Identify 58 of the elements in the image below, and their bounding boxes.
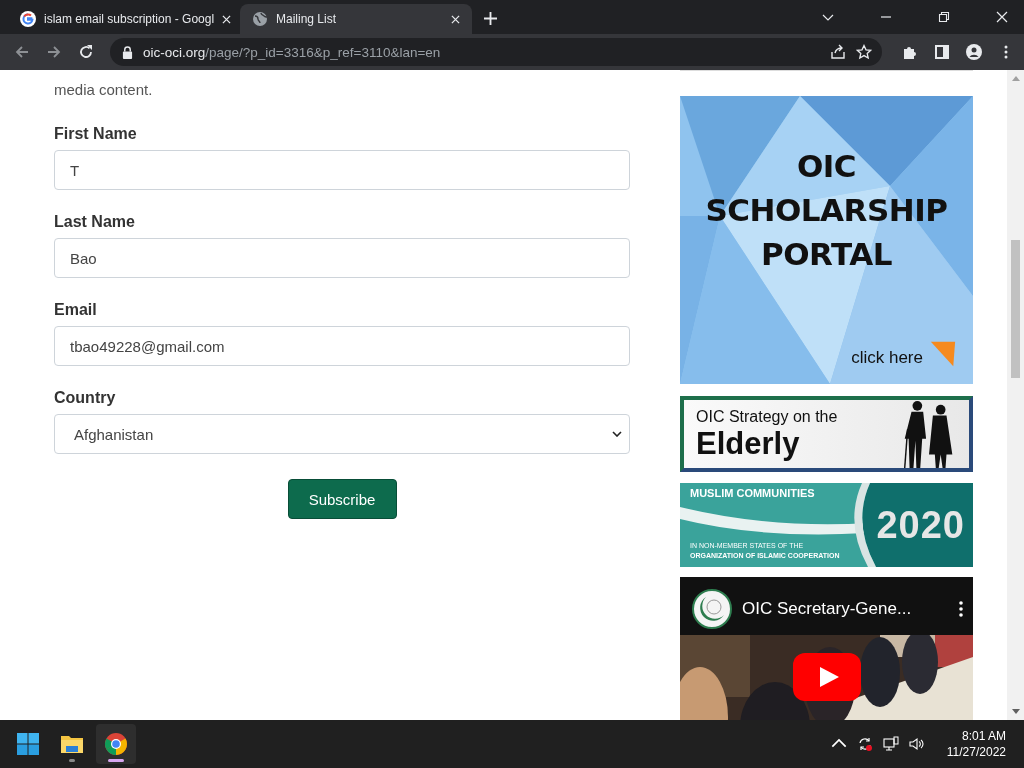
lock-icon [122,45,133,59]
profile-icon[interactable] [966,44,982,60]
field-label: Email [54,300,98,320]
more-icon[interactable] [959,601,963,617]
restore-icon[interactable] [938,11,950,23]
click-here-text: click here [851,348,923,368]
windows-icon [16,732,40,756]
tab-title: islam email subscription - Googl [44,12,215,26]
star-icon[interactable] [856,44,872,60]
field-label: Country [54,388,117,408]
google-icon [20,11,36,27]
back-icon[interactable] [14,44,30,60]
input-field[interactable]: Bao [54,238,630,278]
banner-title: OIC [796,147,857,186]
close-icon[interactable] [996,11,1008,23]
sync-icon[interactable] [856,736,873,752]
clock-date[interactable]: 11/27/2022 [946,744,1006,760]
play-button-icon[interactable] [793,653,861,701]
triangle-icon [929,340,957,368]
reload-icon[interactable] [78,44,94,60]
chrome-icon [104,732,128,756]
field-label: Last Name [54,212,136,232]
banner-title: PORTAL [760,235,892,274]
emblem-icon [692,589,732,629]
globe-icon [252,11,268,27]
url-text: oic-oci.org/page/?p_id=3316&p_ref=3110&lan=en [143,44,441,60]
share-icon[interactable] [830,44,846,60]
browser-tab[interactable]: islam email subscription - Googl [8,4,240,34]
scholarship-banner[interactable]: OIC SCHOLARSHIP PORTAL click here [680,96,973,384]
tab-title: Mailing List [276,12,338,26]
network-icon[interactable] [882,736,899,752]
banner-title: MUSLIM COMMUNITIES [690,487,816,499]
elderly-banner[interactable]: OIC Strategy on the Elderly [680,396,973,472]
puzzle-icon[interactable] [902,44,918,60]
taskbar-app[interactable] [96,724,136,764]
banner-year: 2020 [876,503,965,547]
volume-icon[interactable] [908,736,925,752]
scrollbar[interactable] [1007,70,1024,720]
caret-icon [612,431,622,437]
side-panel-icon[interactable] [934,44,950,60]
scroll-thumb[interactable] [1011,240,1020,378]
address-bar[interactable]: oic-oci.org/page/?p_id=3316&p_ref=3110&lan=en [110,38,882,66]
scroll-down-icon[interactable] [1011,709,1020,714]
banner-title: SCHOLARSHIP [705,191,948,230]
banner-title: Elderly [696,427,801,461]
input-field[interactable]: tbao49228@gmail.com [54,326,630,366]
input-field[interactable]: T [54,150,630,190]
forward-icon[interactable] [46,44,62,60]
clock-time[interactable]: 8:01 AM [961,728,1006,744]
banner-title: OIC Strategy on the [696,407,838,427]
new-tab-icon[interactable] [484,12,497,25]
field-label: First Name [54,124,138,144]
close-icon[interactable] [222,14,232,24]
close-icon[interactable] [451,14,460,24]
country-select[interactable]: Afghanistan [54,414,630,454]
intro-text: media content. [54,80,154,100]
subscribe-button[interactable]: Subscribe [287,479,397,519]
browser-tab[interactable]: Mailing List [240,4,472,34]
